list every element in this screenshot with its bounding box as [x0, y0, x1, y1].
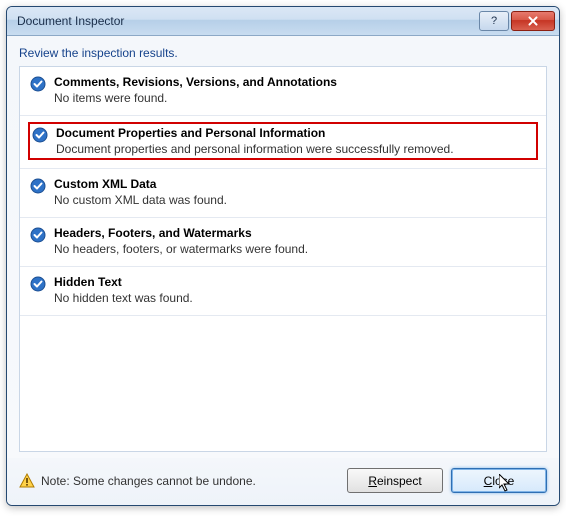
close-icon	[528, 16, 538, 26]
dialog-body: Review the inspection results. Comments,…	[7, 36, 559, 458]
results-panel: Comments, Revisions, Versions, and Annot…	[19, 66, 547, 452]
help-button[interactable]: ?	[479, 11, 509, 31]
result-text: Hidden Text No hidden text was found.	[54, 275, 536, 305]
window-title: Document Inspector	[17, 14, 479, 28]
result-description: No headers, footers, or watermarks were …	[54, 242, 536, 256]
result-text: Custom XML Data No custom XML data was fo…	[54, 177, 536, 207]
result-title: Document Properties and Personal Informa…	[56, 126, 534, 140]
checkmark-icon	[30, 178, 46, 194]
result-title: Comments, Revisions, Versions, and Annot…	[54, 75, 536, 89]
result-text: Document Properties and Personal Informa…	[56, 126, 534, 156]
result-description: No items were found.	[54, 91, 536, 105]
result-text: Comments, Revisions, Versions, and Annot…	[54, 75, 536, 105]
dialog-footer: Note: Some changes cannot be undone. Rei…	[7, 458, 559, 505]
window-close-button[interactable]	[511, 11, 555, 31]
result-text: Headers, Footers, and Watermarks No heade…	[54, 226, 536, 256]
result-item: Custom XML Data No custom XML data was fo…	[20, 169, 546, 218]
titlebar: Document Inspector ?	[7, 7, 559, 36]
titlebar-buttons: ?	[479, 11, 555, 31]
checkmark-icon	[30, 76, 46, 92]
result-item: Headers, Footers, and Watermarks No heade…	[20, 218, 546, 267]
result-description: No hidden text was found.	[54, 291, 536, 305]
reinspect-button[interactable]: Reinspect	[347, 468, 443, 493]
checkmark-icon	[30, 276, 46, 292]
warning-icon	[19, 473, 35, 489]
checkmark-icon	[32, 127, 48, 143]
checkmark-icon	[30, 227, 46, 243]
result-title: Headers, Footers, and Watermarks	[54, 226, 536, 240]
close-button[interactable]: Close	[451, 468, 547, 493]
highlight-annotation: Document Properties and Personal Informa…	[28, 122, 538, 160]
result-item: Hidden Text No hidden text was found.	[20, 267, 546, 316]
document-inspector-dialog: Document Inspector ? Review the inspecti…	[6, 6, 560, 506]
result-title: Hidden Text	[54, 275, 536, 289]
result-item: Document Properties and Personal Informa…	[20, 116, 546, 169]
result-item: Comments, Revisions, Versions, and Annot…	[20, 67, 546, 116]
instructions-text: Review the inspection results.	[19, 46, 547, 60]
result-description: Document properties and personal informa…	[56, 142, 534, 156]
result-description: No custom XML data was found.	[54, 193, 536, 207]
result-title: Custom XML Data	[54, 177, 536, 191]
help-icon: ?	[491, 15, 497, 27]
footer-note: Note: Some changes cannot be undone.	[41, 474, 341, 488]
